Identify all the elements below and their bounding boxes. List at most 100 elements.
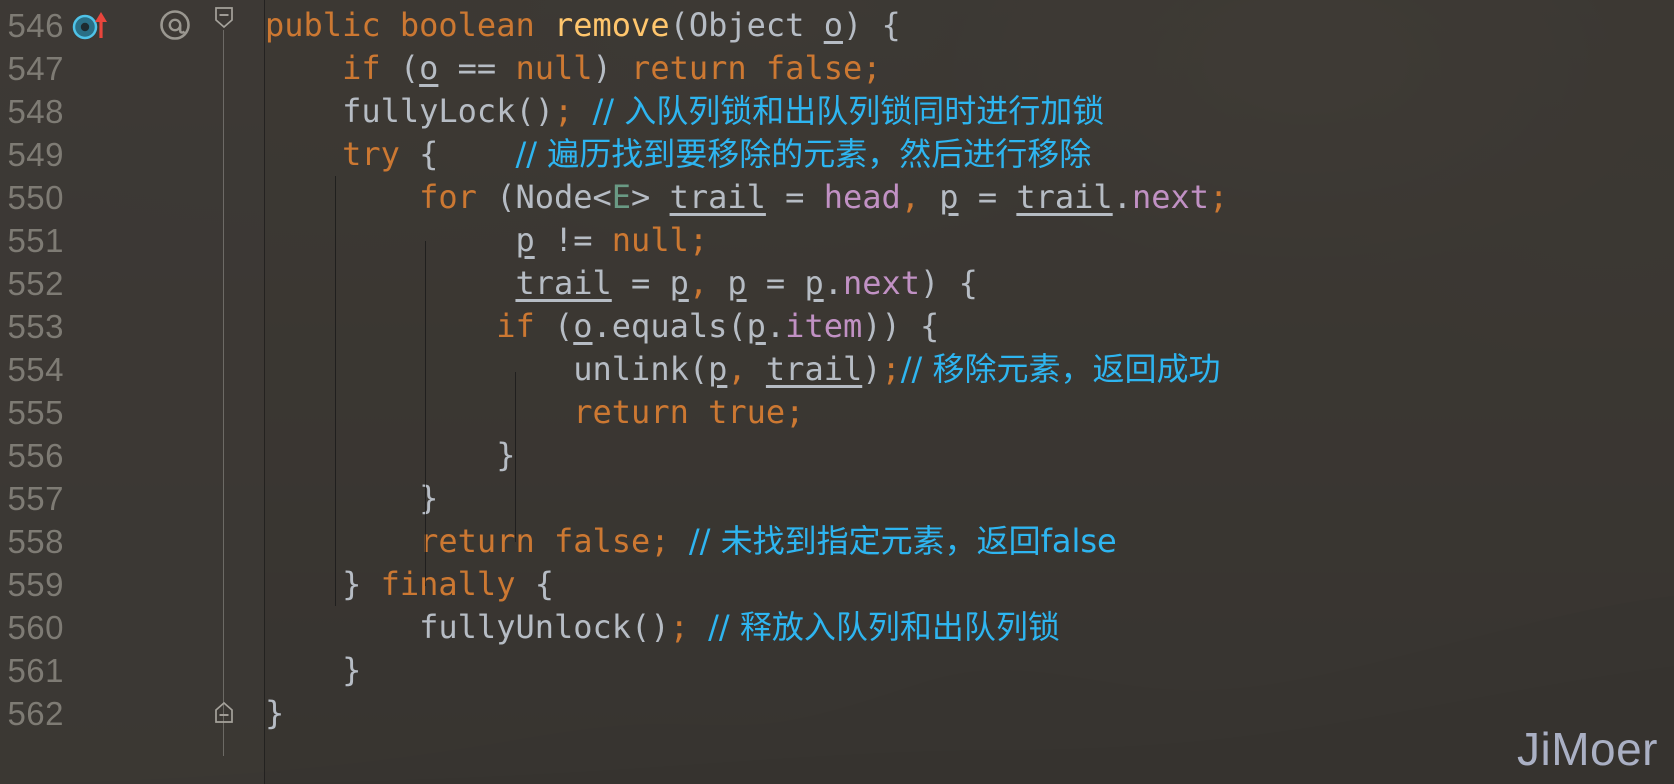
code-token: p	[804, 264, 824, 302]
code-token: unlink(	[573, 350, 709, 388]
code-line[interactable]: unlink(p, trail);// 移除元素，返回成功	[265, 348, 1674, 391]
code-token: .equals(	[592, 307, 747, 345]
code-token: }	[265, 651, 362, 689]
fold-region-start-icon[interactable]	[210, 4, 238, 30]
code-token: ,	[688, 264, 709, 302]
indent-guide	[515, 372, 516, 542]
watermark-text: JiMoer	[1516, 723, 1658, 775]
code-folding-column[interactable]	[210, 0, 238, 784]
code-token: false	[765, 49, 863, 87]
code-token: ()	[515, 92, 554, 130]
code-line[interactable]: fullyUnlock(); // 释放入队列和出队列锁	[265, 606, 1674, 649]
line-number: 551	[7, 222, 64, 259]
code-line[interactable]: return false; // 未找到指定元素，返回false	[265, 520, 1674, 563]
code-token: p	[939, 178, 959, 216]
annotation-at-icon[interactable]	[155, 6, 195, 44]
code-line[interactable]: } finally {	[265, 563, 1674, 606]
editor-gutter[interactable]: 546 547 548 549 550 551 552 553 554 555 …	[0, 0, 265, 784]
code-line[interactable]: return true;	[265, 391, 1674, 434]
code-token: ) {	[920, 264, 978, 302]
code-token: E	[611, 178, 632, 216]
code-token: null	[515, 49, 593, 87]
code-line[interactable]: }	[265, 477, 1674, 520]
code-token: trail	[515, 264, 612, 302]
line-number: 561	[7, 652, 64, 689]
code-token: finally	[380, 565, 516, 603]
code-token: ;	[553, 92, 574, 130]
code-token: ;	[650, 522, 670, 560]
code-token: o	[573, 307, 593, 345]
code-token: ;	[862, 49, 882, 87]
fold-region-end-icon[interactable]	[210, 700, 238, 726]
code-token: return	[573, 393, 689, 431]
code-line[interactable]: trail = p, p = p.next) {	[265, 262, 1674, 305]
code-line[interactable]: for (Node<E> trail = head, p = trail.nex…	[265, 176, 1674, 219]
code-token: false	[553, 522, 651, 560]
line-number: 560	[7, 609, 64, 646]
code-line[interactable]: public boolean remove(Object o) {	[265, 4, 1674, 47]
code-token: )	[862, 350, 882, 388]
line-number: 556	[7, 437, 64, 474]
code-token: }	[265, 694, 285, 732]
code-token: if	[496, 307, 535, 345]
line-number-column: 546 547 548 549 550 551 552 553 554 555 …	[0, 4, 64, 735]
overriding-method-icon[interactable]	[70, 8, 116, 42]
code-token: boolean	[399, 6, 535, 44]
code-line[interactable]: }	[265, 434, 1674, 477]
line-number: 562	[7, 695, 64, 732]
code-line[interactable]: fullyLock(); // 入队列锁和出队列锁同时进行加锁	[265, 90, 1674, 133]
code-token: fullyUnlock	[419, 608, 632, 646]
line-number: 547	[7, 50, 64, 87]
line-number: 554	[7, 351, 64, 388]
code-content-area[interactable]: public boolean remove(Object o) { if (o …	[265, 4, 1674, 784]
line-number: 553	[7, 308, 64, 345]
code-token: true	[708, 393, 786, 431]
code-token: }	[265, 436, 516, 474]
code-line[interactable]: if (o.equals(p.item)) {	[265, 305, 1674, 348]
code-token: return	[419, 522, 535, 560]
code-token: ;	[669, 608, 689, 646]
code-token: (	[476, 178, 516, 216]
indent-guide	[425, 241, 426, 586]
line-number: 552	[7, 265, 64, 302]
code-line[interactable]: p != null;	[265, 219, 1674, 262]
code-token: >	[631, 178, 670, 216]
code-token: // 释放入队列和出队列锁	[708, 608, 1060, 646]
line-number: 546	[7, 7, 64, 44]
code-lines[interactable]: public boolean remove(Object o) { if (o …	[265, 4, 1674, 735]
code-line[interactable]: }	[265, 692, 1674, 735]
code-token: // 入队列锁和出队列锁同时进行加锁	[592, 92, 1105, 130]
code-token: p	[515, 221, 535, 259]
code-token: o	[823, 6, 843, 44]
code-token: for	[419, 178, 477, 216]
code-token: next	[842, 264, 921, 302]
code-token: ,	[900, 178, 921, 216]
code-line[interactable]: try { // 遍历找到要移除的元素，然后进行移除	[265, 133, 1674, 176]
line-number: 557	[7, 480, 64, 517]
code-editor-window: 546 547 548 549 550 551 552 553 554 555 …	[0, 0, 1674, 784]
code-token: =	[746, 264, 805, 302]
line-number: 559	[7, 566, 64, 603]
line-number: 548	[7, 93, 64, 130]
code-line[interactable]: if (o == null) return false;	[265, 47, 1674, 90]
code-token: =	[611, 264, 670, 302]
code-line[interactable]: }	[265, 649, 1674, 692]
code-token: )) {	[862, 307, 940, 345]
code-token: ()	[631, 608, 670, 646]
code-token: o	[419, 49, 439, 87]
code-token: ;	[1209, 178, 1229, 216]
